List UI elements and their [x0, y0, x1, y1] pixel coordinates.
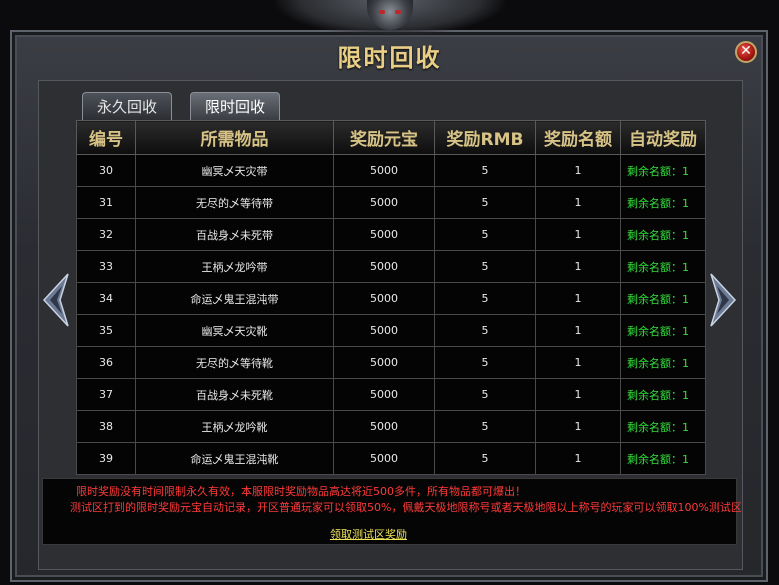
cell-item: 无尽的乄等待带: [135, 186, 334, 219]
cell-rmb: 5: [434, 154, 536, 187]
cell-item: 命运乄鬼王混沌靴: [135, 442, 334, 475]
header-quota: 奖励名额: [535, 120, 621, 155]
table-row[interactable]: 30 幽冥乄天灾带 5000 5 1 剩余名额：1: [76, 154, 706, 187]
cell-yuanbao: 5000: [333, 250, 435, 283]
header-auto-reward: 自动奖励: [620, 120, 706, 155]
cell-quota: 1: [535, 154, 621, 187]
close-icon[interactable]: ✕: [735, 41, 757, 63]
cell-remaining: 剩余名额：1: [620, 410, 706, 443]
cell-yuanbao: 5000: [333, 218, 435, 251]
cell-yuanbao: 5000: [333, 282, 435, 315]
claim-test-reward-link[interactable]: 领取测试区奖励: [330, 526, 407, 542]
cell-quota: 1: [535, 314, 621, 347]
cell-yuanbao: 5000: [333, 442, 435, 475]
cell-id: 32: [76, 218, 136, 251]
table-row[interactable]: 35 幽冥乄天灾靴 5000 5 1 剩余名额：1: [76, 314, 706, 347]
cell-quota: 1: [535, 410, 621, 443]
cell-id: 39: [76, 442, 136, 475]
table-row[interactable]: 32 百战身乄未死带 5000 5 1 剩余名额：1: [76, 218, 706, 251]
left-arrow-icon[interactable]: [42, 272, 70, 328]
cell-quota: 1: [535, 186, 621, 219]
cell-remaining: 剩余名额：1: [620, 346, 706, 379]
cell-remaining: 剩余名额：1: [620, 218, 706, 251]
header-id: 编号: [76, 120, 136, 155]
table-row[interactable]: 38 王柄乄龙吟靴 5000 5 1 剩余名额：1: [76, 410, 706, 443]
tab-permanent-recycle[interactable]: 永久回收: [82, 92, 172, 120]
cell-remaining: 剩余名额：1: [620, 154, 706, 187]
table-row[interactable]: 34 命运乄鬼王混沌带 5000 5 1 剩余名额：1: [76, 282, 706, 315]
cell-quota: 1: [535, 442, 621, 475]
cell-rmb: 5: [434, 250, 536, 283]
cell-rmb: 5: [434, 218, 536, 251]
cell-yuanbao: 5000: [333, 314, 435, 347]
table-row[interactable]: 33 王柄乄龙吟带 5000 5 1 剩余名额：1: [76, 250, 706, 283]
cell-yuanbao: 5000: [333, 410, 435, 443]
cell-quota: 1: [535, 218, 621, 251]
cell-id: 31: [76, 186, 136, 219]
cell-yuanbao: 5000: [333, 186, 435, 219]
cell-id: 38: [76, 410, 136, 443]
tab-limited-recycle[interactable]: 限时回收: [190, 92, 280, 120]
header-yuanbao: 奖励元宝: [333, 120, 435, 155]
cell-remaining: 剩余名额：1: [620, 250, 706, 283]
table-row[interactable]: 39 命运乄鬼王混沌靴 5000 5 1 剩余名额：1: [76, 442, 706, 475]
cell-remaining: 剩余名额：1: [620, 378, 706, 411]
skull-eye-right: [395, 10, 401, 14]
table-row[interactable]: 37 百战身乄未死靴 5000 5 1 剩余名额：1: [76, 378, 706, 411]
cell-quota: 1: [535, 378, 621, 411]
cell-yuanbao: 5000: [333, 346, 435, 379]
cell-remaining: 剩余名额：1: [620, 282, 706, 315]
right-arrow-icon[interactable]: [709, 272, 737, 328]
cell-id: 36: [76, 346, 136, 379]
cell-id: 34: [76, 282, 136, 315]
cell-item: 无尽的乄等待靴: [135, 346, 334, 379]
cell-item: 百战身乄未死靴: [135, 378, 334, 411]
cell-remaining: 剩余名额：1: [620, 314, 706, 347]
table-header-row: 编号 所需物品 奖励元宝 奖励RMB 奖励名额 自动奖励: [76, 120, 706, 155]
cell-rmb: 5: [434, 186, 536, 219]
cell-item: 百战身乄未死带: [135, 218, 334, 251]
cell-item: 幽冥乄天灾带: [135, 154, 334, 187]
recycle-table: 编号 所需物品 奖励元宝 奖励RMB 奖励名额 自动奖励 30 幽冥乄天灾带 5…: [76, 120, 706, 475]
cell-id: 37: [76, 378, 136, 411]
header-item: 所需物品: [135, 120, 334, 155]
table-row[interactable]: 31 无尽的乄等待带 5000 5 1 剩余名额：1: [76, 186, 706, 219]
table-row[interactable]: 36 无尽的乄等待靴 5000 5 1 剩余名额：1: [76, 346, 706, 379]
cell-rmb: 5: [434, 314, 536, 347]
window-title: 限时回收: [337, 44, 442, 72]
cell-item: 王柄乄龙吟带: [135, 250, 334, 283]
skull-icon: [367, 0, 413, 30]
cell-rmb: 5: [434, 410, 536, 443]
cell-id: 33: [76, 250, 136, 283]
cell-item: 命运乄鬼王混沌带: [135, 282, 334, 315]
skull-ornament: [275, 0, 505, 36]
cell-yuanbao: 5000: [333, 154, 435, 187]
cell-rmb: 5: [434, 346, 536, 379]
cell-id: 30: [76, 154, 136, 187]
cell-item: 幽冥乄天灾靴: [135, 314, 334, 347]
cell-rmb: 5: [434, 282, 536, 315]
cell-yuanbao: 5000: [333, 378, 435, 411]
cell-quota: 1: [535, 282, 621, 315]
cell-remaining: 剩余名额：1: [620, 442, 706, 475]
skull-eye-left: [379, 10, 385, 14]
cell-quota: 1: [535, 250, 621, 283]
cell-remaining: 剩余名额：1: [620, 186, 706, 219]
notice-line-1: 限时奖励没有时间限制永久有效，本服限时奖励物品高达将近500多件，所有物品都可爆…: [76, 485, 526, 498]
cell-item: 王柄乄龙吟靴: [135, 410, 334, 443]
cell-rmb: 5: [434, 378, 536, 411]
notice-line-2: 测试区打到的限时奖励元宝自动记录，开区普通玩家可以领取50%，佩戴天极地限称号或…: [70, 501, 742, 514]
cell-id: 35: [76, 314, 136, 347]
cell-rmb: 5: [434, 442, 536, 475]
header-rmb: 奖励RMB: [434, 120, 536, 155]
cell-quota: 1: [535, 346, 621, 379]
